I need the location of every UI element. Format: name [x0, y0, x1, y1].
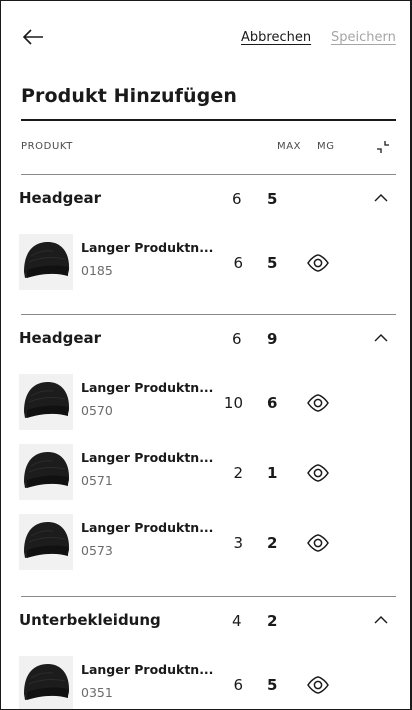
column-header-max: MAX [277, 141, 302, 152]
product-code: 0571 [81, 473, 113, 488]
product-row[interactable]: Langer Produktn... 0351 6 5 [1, 656, 410, 709]
product-row[interactable]: Langer Produktn... 0571 2 1 [1, 444, 410, 504]
group-header[interactable]: Headgear 6 5 [1, 179, 410, 219]
group-max: 6 [232, 190, 242, 208]
product-code: 0185 [81, 263, 113, 278]
product-name: Langer Produktn... [81, 240, 214, 255]
group-name: Headgear [19, 189, 102, 207]
product-max: 6 [233, 676, 243, 694]
group-max: 4 [232, 612, 242, 630]
arrow-left-icon[interactable] [21, 27, 45, 47]
product-mg: 2 [267, 534, 278, 552]
product-max: 2 [233, 464, 243, 482]
beanie-thumbnail [19, 444, 73, 500]
group-name: Unterbekleidung [19, 611, 161, 629]
column-header-product: PRODUKT [21, 141, 73, 152]
collapse-icon[interactable] [375, 139, 391, 155]
product-max: 6 [233, 254, 243, 272]
chevron-up-icon[interactable] [374, 333, 388, 343]
divider [21, 174, 396, 175]
title-divider [21, 119, 396, 121]
product-name: Langer Produktn... [81, 662, 214, 677]
beanie-thumbnail [19, 514, 73, 570]
chevron-up-icon[interactable] [374, 615, 388, 625]
product-row[interactable]: Langer Produktn... 0573 3 2 [1, 514, 410, 574]
product-max: 3 [233, 534, 243, 552]
page-title: Produkt Hinzufügen [21, 85, 237, 107]
eye-icon[interactable] [306, 394, 330, 412]
beanie-thumbnail [19, 656, 73, 709]
product-mg: 6 [267, 394, 278, 412]
eye-icon[interactable] [306, 464, 330, 482]
cancel-link[interactable]: Abbrechen [241, 30, 311, 45]
product-mg: 1 [267, 464, 278, 482]
product-mg: 5 [267, 254, 278, 272]
product-name: Langer Produktn... [81, 520, 214, 535]
group-mg: 2 [267, 612, 278, 630]
divider [21, 314, 396, 315]
product-code: 0573 [81, 543, 113, 558]
group-mg: 5 [267, 190, 278, 208]
product-code: 0351 [81, 685, 113, 700]
product-row[interactable]: Langer Produktn... 0185 6 5 [1, 234, 410, 294]
group-mg: 9 [267, 330, 278, 348]
product-mg: 5 [267, 676, 278, 694]
product-max: 10 [223, 394, 243, 412]
product-code: 0570 [81, 403, 113, 418]
column-header-mg: MG [317, 141, 335, 152]
divider [21, 596, 396, 597]
app-screen: Abbrechen Speichern Produkt Hinzufügen P… [0, 0, 412, 710]
eye-icon[interactable] [306, 254, 330, 272]
beanie-thumbnail [19, 374, 73, 430]
beanie-thumbnail [19, 234, 73, 290]
eye-icon[interactable] [306, 534, 330, 552]
group-header[interactable]: Headgear 6 9 [1, 319, 410, 359]
product-row[interactable]: Langer Produktn... 0570 10 6 [1, 374, 410, 434]
save-link[interactable]: Speichern [331, 30, 396, 45]
group-max: 6 [232, 330, 242, 348]
product-name: Langer Produktn... [81, 450, 214, 465]
group-name: Headgear [19, 329, 102, 347]
product-name: Langer Produktn... [81, 380, 214, 395]
chevron-up-icon[interactable] [374, 193, 388, 203]
group-header[interactable]: Unterbekleidung 4 2 [1, 601, 410, 641]
eye-icon[interactable] [306, 676, 330, 694]
top-bar: Abbrechen Speichern [1, 1, 410, 77]
